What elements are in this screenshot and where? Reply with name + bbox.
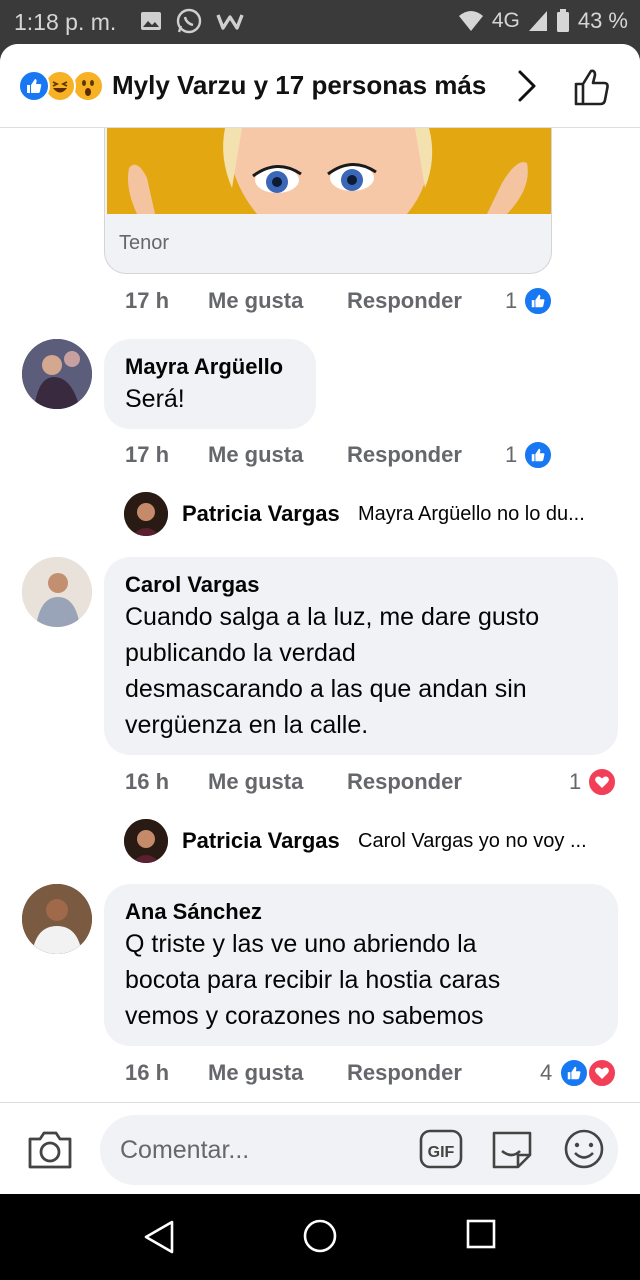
like-comment-button[interactable]: Me gusta	[208, 769, 303, 795]
back-icon[interactable]	[142, 1218, 178, 1256]
comment-author[interactable]: Mayra Argüello	[125, 353, 296, 381]
love-reaction-icon[interactable]	[587, 1058, 617, 1088]
comment-time: 17 h	[125, 442, 170, 467]
comment-bubble[interactable]: Carol Vargas Cuando salga a la luz, me d…	[104, 557, 618, 755]
comment-actions: 17 h Me gusta Responder 1	[125, 440, 625, 474]
system-icons: 4G 43 %	[458, 8, 628, 34]
like-reaction-icon	[18, 70, 50, 102]
comment-time: 16 h	[125, 769, 170, 794]
avatar[interactable]	[124, 819, 168, 863]
gif-label: GIF	[428, 1144, 455, 1161]
like-reaction-icon[interactable]	[523, 286, 553, 316]
comment-input[interactable]: Comentar...	[100, 1115, 618, 1185]
gif-image[interactable]	[107, 128, 551, 214]
chevron-right-icon[interactable]	[512, 68, 542, 104]
recent-apps-icon[interactable]	[465, 1218, 497, 1250]
comment-bubble[interactable]: Ana Sánchez Q triste y las ve uno abrien…	[104, 884, 618, 1046]
reactions-header: Myly Varzu y 17 personas más	[0, 44, 640, 128]
reply-author[interactable]: Patricia Vargas	[182, 501, 340, 527]
like-comment-button[interactable]: Me gusta	[208, 442, 303, 468]
gif-attachment[interactable]: Tenor	[104, 128, 552, 274]
gif-source-label: Tenor	[119, 232, 170, 254]
comment-time: 17 h	[125, 288, 170, 313]
like-comment-button[interactable]: Me gusta	[208, 1060, 303, 1086]
home-icon[interactable]	[302, 1218, 338, 1254]
reaction-count[interactable]: 1	[505, 442, 517, 468]
like-reaction-icon[interactable]	[559, 1058, 589, 1088]
wow-reaction-icon	[72, 70, 104, 102]
reply-comment-button[interactable]: Responder	[347, 288, 462, 314]
network-type: 4G	[491, 9, 520, 32]
reply-comment-button[interactable]: Responder	[347, 1060, 462, 1086]
comment-text-line: desmascarando a las que andan sin	[125, 675, 527, 703]
reaction-count[interactable]: 1	[505, 288, 517, 314]
comment-text-line: publicando la verdad	[125, 639, 356, 667]
status-bar: 1:18 p. m. 4G 43 %	[0, 0, 640, 44]
comment-time: 16 h	[125, 1060, 170, 1085]
reply-text: Carol Vargas yo no voy ...	[358, 830, 587, 852]
comment-actions: 16 h Me gusta Responder 1	[125, 767, 625, 801]
whatsapp-icon	[176, 8, 202, 34]
comment-author[interactable]: Carol Vargas	[125, 571, 598, 599]
comment-composer: Comentar... GIF	[0, 1102, 640, 1194]
gallery-icon	[141, 12, 161, 30]
comment-actions: 16 h Me gusta Responder 4	[125, 1058, 625, 1092]
sticker-icon[interactable]	[490, 1127, 534, 1171]
android-nav-bar	[0, 1194, 640, 1280]
like-post-button[interactable]	[572, 66, 614, 108]
reactions-summary[interactable]	[18, 70, 110, 102]
reply-preview[interactable]: Patricia Vargas Mayra Argüello no lo du.…	[124, 492, 624, 536]
battery-level: 43 %	[577, 8, 628, 33]
signal-icon	[528, 11, 547, 31]
reply-author[interactable]: Patricia Vargas	[182, 828, 340, 854]
camera-icon[interactable]	[26, 1127, 74, 1171]
reaction-count[interactable]: 4	[540, 1060, 552, 1086]
barbie-gif-illustration	[107, 128, 551, 214]
avatar[interactable]	[22, 884, 92, 954]
like-comment-button[interactable]: Me gusta	[208, 288, 303, 314]
status-time: 1:18 p. m.	[14, 9, 117, 35]
comment-text-line: vergüenza en la calle.	[125, 711, 369, 739]
comment-actions: 17 h Me gusta Responder 1	[125, 286, 625, 320]
avatar[interactable]	[22, 339, 92, 409]
comment-text-line: bocota para recibir la hostia caras	[125, 966, 501, 994]
comment-author[interactable]: Ana Sánchez	[125, 898, 598, 926]
reactions-title[interactable]: Myly Varzu y 17 personas más	[112, 70, 486, 101]
avatar[interactable]	[22, 557, 92, 627]
reply-comment-button[interactable]: Responder	[347, 769, 462, 795]
gif-button[interactable]: GIF	[418, 1127, 464, 1171]
reply-preview[interactable]: Patricia Vargas Carol Vargas yo no voy .…	[124, 819, 624, 863]
reply-comment-button[interactable]: Responder	[347, 442, 462, 468]
battery-icon	[556, 9, 569, 32]
reply-text: Mayra Argüello no lo du...	[358, 503, 585, 525]
wifi-icon	[458, 11, 483, 31]
reaction-count[interactable]: 1	[569, 769, 581, 795]
comment-text: Será!	[125, 385, 185, 413]
notification-icons	[140, 8, 244, 34]
comment-text-line: vemos y corazones no sabemos	[125, 1002, 484, 1030]
like-reaction-icon[interactable]	[523, 440, 553, 470]
love-reaction-icon[interactable]	[587, 767, 617, 797]
comments-sheet: Myly Varzu y 17 personas más Tenor 17 h …	[0, 44, 640, 1194]
avatar[interactable]	[124, 492, 168, 536]
wattpad-icon	[216, 14, 244, 30]
comment-text-line: Cuando salga a la luz, me dare gusto	[125, 603, 540, 631]
comment-text-line: Q triste y las ve uno abriendo la	[125, 930, 477, 958]
comment-bubble[interactable]: Mayra Argüello Será!	[104, 339, 316, 429]
emoji-icon[interactable]	[562, 1127, 606, 1171]
